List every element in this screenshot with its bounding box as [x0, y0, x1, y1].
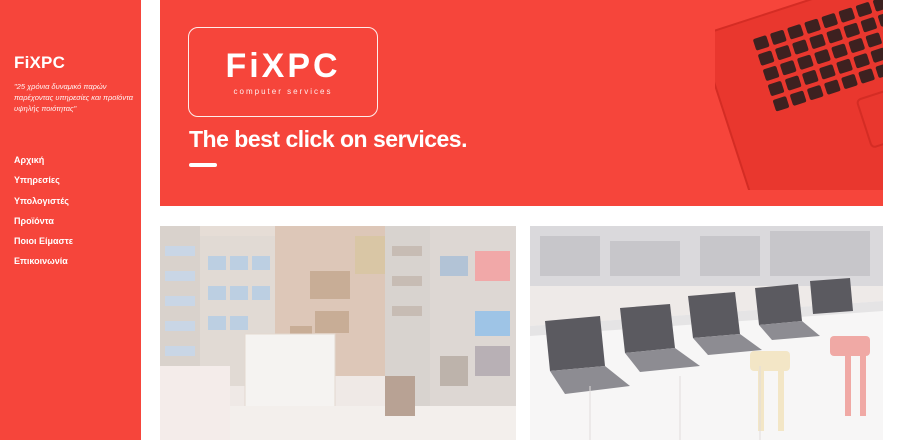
nav-item-contact[interactable]: Επικοινωνία	[14, 254, 73, 274]
store-shelves-image	[160, 226, 516, 440]
logo-wordmark: FiXPC	[225, 47, 341, 85]
logo-box[interactable]: FiXPC computer services	[188, 27, 378, 117]
nav-item-services[interactable]: Υπηρεσίες	[14, 173, 73, 193]
nav-item-about[interactable]: Ποιοι Είμαστε	[14, 234, 73, 254]
nav-item-products[interactable]: Προϊόντα	[14, 214, 73, 234]
sidebar: FiXPC "25 χρόνια δυναμικό παρών παρέχοντ…	[0, 0, 141, 440]
laptop-display-image	[530, 226, 883, 440]
hero-title: The best click on services.	[189, 126, 467, 152]
store-shelves-photo	[160, 226, 516, 440]
main-nav: Αρχική Υπηρεσίες Υπολογιστές Προϊόντα Πο…	[14, 153, 73, 275]
logo-subtitle: computer services	[233, 87, 333, 96]
nav-item-home[interactable]: Αρχική	[14, 153, 73, 173]
nav-item-computers[interactable]: Υπολογιστές	[14, 194, 73, 214]
hero-divider	[189, 163, 217, 167]
laptop-keyboard-illustration	[715, 0, 883, 190]
site-tagline: "25 χρόνια δυναμικό παρών παρέχοντας υπη…	[14, 82, 134, 113]
site-brand[interactable]: FiXPC	[14, 53, 65, 73]
hero-banner: FiXPC computer services The best click o…	[160, 0, 883, 206]
laptop-display-photo	[530, 226, 883, 440]
